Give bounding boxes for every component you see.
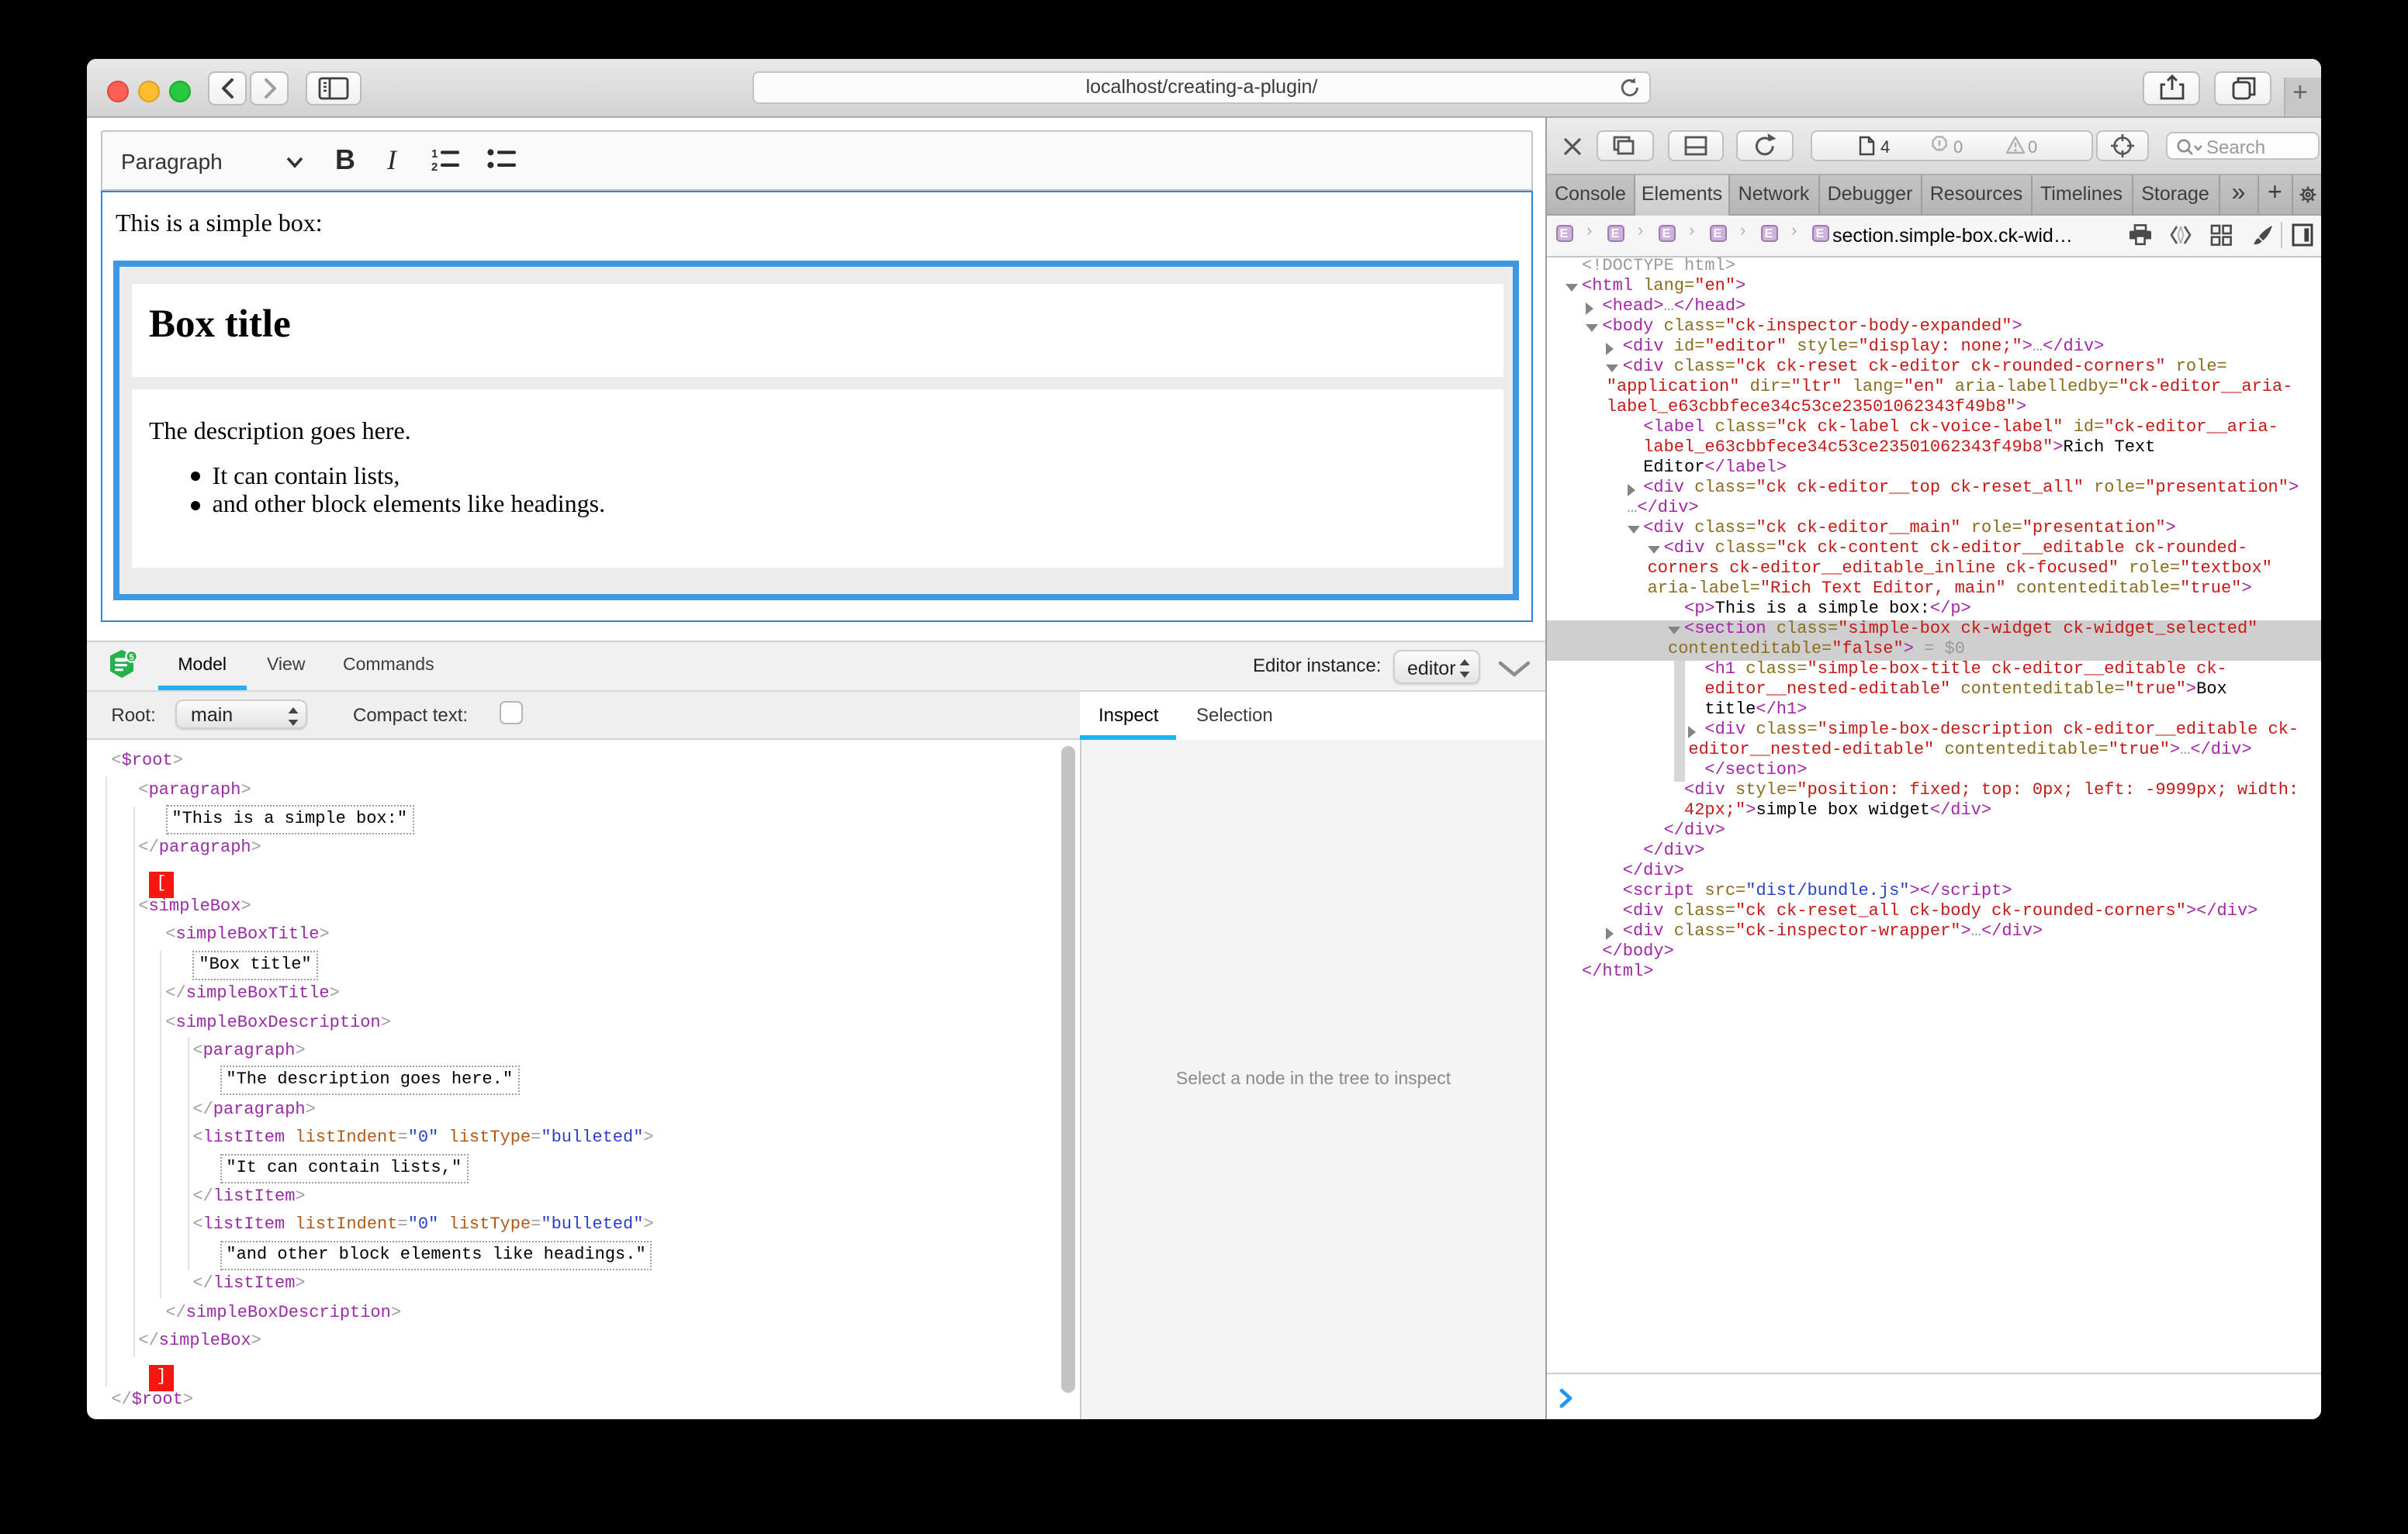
svg-text:0: 0 <box>2028 137 2037 157</box>
svg-text:4: 4 <box>1880 137 1890 157</box>
svg-text:5: 5 <box>129 652 133 662</box>
svg-text:0: 0 <box>1953 137 1963 157</box>
svg-text:1: 1 <box>431 147 438 160</box>
svg-text:2: 2 <box>431 160 438 171</box>
